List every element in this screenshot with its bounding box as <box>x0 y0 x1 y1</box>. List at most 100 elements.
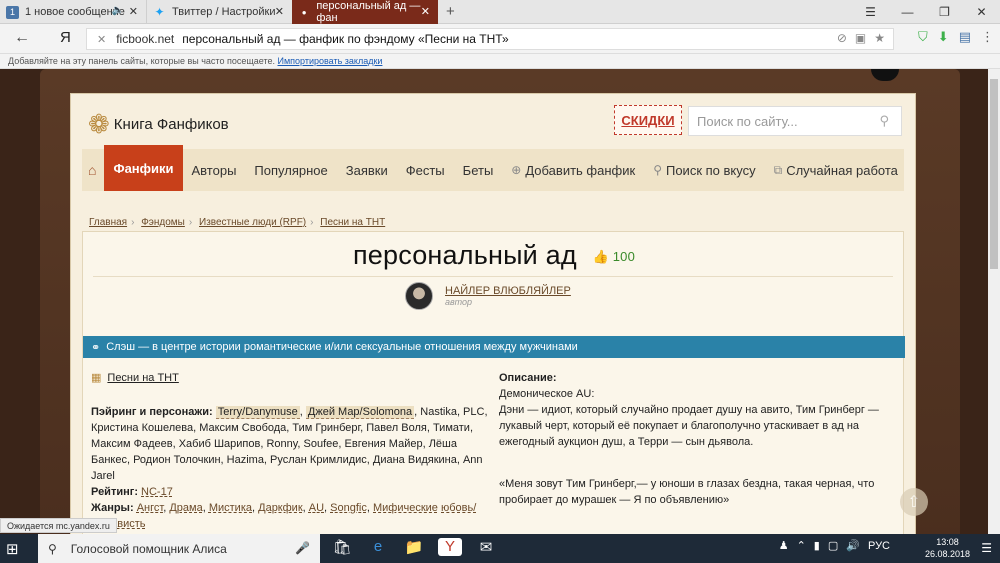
back-arrow-icon[interactable]: ← <box>14 29 30 47</box>
breadcrumb-separator: › <box>131 217 135 228</box>
star-icon[interactable]: ★ <box>874 31 885 45</box>
chevron-up-icon[interactable]: ⌃ <box>797 539 806 552</box>
people-icon[interactable]: ♟ <box>779 539 789 552</box>
genres-label: Жанры: <box>91 502 134 514</box>
menu-fanfics[interactable]: Фанфики <box>104 145 183 191</box>
language-indicator[interactable]: РУС <box>868 540 890 552</box>
voice-assistant-search[interactable]: ⚲ Голосовой помощник Алиса 🎤 <box>38 534 320 563</box>
clear-icon[interactable]: ✕ <box>97 33 106 46</box>
store-icon[interactable]: 🛍 <box>330 538 354 556</box>
main-menu: ⌂ Фанфики Авторы Популярное Заявки Фесты… <box>82 145 907 191</box>
rating-value[interactable]: NC-17 <box>141 486 173 498</box>
genre-link[interactable]: Songfic <box>330 502 367 514</box>
menu-fests[interactable]: Фесты <box>397 149 454 191</box>
menu-add-fanfic[interactable]: ⊕ Добавить фанфик <box>502 149 644 191</box>
close-icon[interactable]: ✕ <box>275 5 284 18</box>
quill-icon: ❁ <box>88 109 110 139</box>
pairing-block: Пэйринг и персонажи: Terry/Danymuse, Дже… <box>91 406 488 482</box>
scroll-up-button[interactable]: ⇧ <box>900 488 928 516</box>
fandom-link[interactable]: Песни на ТНТ <box>107 370 178 386</box>
close-icon[interactable]: ✕ <box>421 5 430 18</box>
windows-start-icon[interactable]: ⊞ <box>6 540 19 558</box>
address-bar[interactable]: ✕ ficbook.net персональный ад — фанфик п… <box>86 28 894 50</box>
random-icon: ⧉ <box>773 162 783 177</box>
author-name[interactable]: НАЙЛЕР ВЛЮБЛЯЙЛЕР <box>445 285 571 297</box>
speaker-icon[interactable]: 🔈 <box>112 5 124 16</box>
search-placeholder: Поиск по сайту... <box>697 113 798 129</box>
genre-link[interactable]: Мистика <box>209 502 252 514</box>
save-page-icon[interactable]: ▤ <box>959 29 971 45</box>
genre-link[interactable]: Ангст <box>137 502 164 514</box>
search-icon: ⚲ <box>653 163 662 177</box>
tab-label: Твиттер / Настройки <box>172 6 276 18</box>
network-icon[interactable]: ▢ <box>828 539 838 552</box>
menu-add-fanfic-label: Добавить фанфик <box>525 162 636 178</box>
breadcrumb-rpf[interactable]: Известные люди (RPF) <box>199 217 306 228</box>
menu-search-by-taste-label: Поиск по вкусу <box>665 162 756 178</box>
block-icon[interactable]: ⊘ <box>837 31 847 45</box>
sale-button[interactable]: СКИДКИ <box>614 105 682 135</box>
author-block: НАЙЛЕР ВЛЮБЛЯЙЛЕР автор <box>405 282 571 310</box>
site-logo[interactable]: ❁ Книга Фанфиков <box>88 109 229 140</box>
battery-icon[interactable]: ▮ <box>814 539 820 552</box>
pairing-label: Пэйринг и персонажи: <box>91 406 213 418</box>
new-tab-button[interactable]: + <box>446 3 455 20</box>
breadcrumb-separator: › <box>188 217 193 228</box>
minimize-button[interactable]: — <box>889 0 926 24</box>
more-icon[interactable]: ⋮ <box>981 29 994 45</box>
direction-text: Слэш — в центре истории романтические и/… <box>106 341 578 353</box>
breadcrumb-fandoms[interactable]: Фэндомы <box>141 217 185 228</box>
pairing-tag[interactable]: Джей Мар/Solomona <box>305 406 415 419</box>
menu-requests[interactable]: Заявки <box>337 149 397 191</box>
site-search-input[interactable]: Поиск по сайту... ⚲ <box>688 106 902 136</box>
yandex-logo-icon[interactable]: Я <box>60 29 71 46</box>
pairing-tag[interactable]: Terry/Danymuse <box>215 406 300 419</box>
rating-row: Рейтинг: NC-17 <box>91 484 491 500</box>
genre-link[interactable]: Драма <box>169 502 202 514</box>
work-meta: ▦ Песни на ТНТ Пэйринг и персонажи: Terr… <box>91 370 491 532</box>
notifications-icon[interactable]: ☰ <box>981 541 992 555</box>
menu-random-work[interactable]: ⧉ Случайная работа <box>765 149 907 191</box>
edge-icon[interactable]: e <box>366 538 390 556</box>
taskbar: ⊞ ⚲ Голосовой помощник Алиса 🎤 🛍 e 📁 Y ✉… <box>0 534 1000 563</box>
yandex-browser-icon[interactable]: Y <box>438 538 462 556</box>
download-icon[interactable]: ⬇ <box>938 29 949 45</box>
breadcrumb-fandom[interactable]: Песни на ТНТ <box>320 217 385 228</box>
genre-link[interactable]: Даркфик <box>258 502 303 514</box>
menu-betas[interactable]: Беты <box>454 149 503 191</box>
import-bookmarks-link[interactable]: Импортировать закладки <box>278 56 383 66</box>
breadcrumb-home[interactable]: Главная <box>89 217 127 228</box>
mail-icon[interactable]: ✉ <box>474 538 498 556</box>
microphone-icon[interactable]: 🎤 <box>295 541 310 555</box>
folder-icon[interactable]: 📁 <box>402 538 426 556</box>
search-icon[interactable]: ⚲ <box>879 113 889 129</box>
tab-twitter[interactable]: ✦ Твиттер / Настройки ✕ <box>146 0 292 24</box>
scrollbar[interactable] <box>988 69 1000 534</box>
status-bar: Ожидается mc.yandex.ru <box>0 518 117 533</box>
home-icon[interactable]: ⌂ <box>82 149 104 191</box>
divider <box>93 276 893 277</box>
tab-vk[interactable]: 1 1 новое сообщение 🔈 ✕ <box>0 0 146 24</box>
menu-popular[interactable]: Популярное <box>245 149 336 191</box>
like-counter[interactable]: 👍 100 <box>593 249 636 264</box>
clock[interactable]: 13:08 26.08.2018 <box>925 536 970 560</box>
genre-link[interactable]: AU <box>309 502 324 514</box>
maximize-button[interactable]: ❐ <box>926 0 963 24</box>
close-icon[interactable]: ✕ <box>129 5 138 18</box>
scrollbar-thumb[interactable] <box>990 79 998 269</box>
menu-authors[interactable]: Авторы <box>183 149 246 191</box>
close-window-button[interactable]: ✕ <box>963 0 1000 24</box>
avatar[interactable] <box>405 282 433 310</box>
reader-icon[interactable]: ▣ <box>855 31 866 45</box>
breadcrumb: Главная › Фэндомы › Известные люди (RPF) › … <box>87 217 387 228</box>
genre-link[interactable]: Мифические <box>373 502 438 514</box>
shield-icon[interactable]: ⛉ <box>918 29 928 45</box>
menu-icon[interactable]: ☰ <box>852 0 889 24</box>
volume-icon[interactable]: 🔊 <box>846 539 860 552</box>
work-description: Описание: Демоническое AU: Дэни — идиот,… <box>499 370 899 508</box>
menu-search-by-taste[interactable]: ⚲ Поиск по вкусу <box>644 149 764 191</box>
tab-label: 1 новое сообщение <box>25 6 125 18</box>
tab-ficbook[interactable]: ● персональный ад — фан ✕ <box>292 0 438 24</box>
clock-date: 26.08.2018 <box>924 549 970 559</box>
